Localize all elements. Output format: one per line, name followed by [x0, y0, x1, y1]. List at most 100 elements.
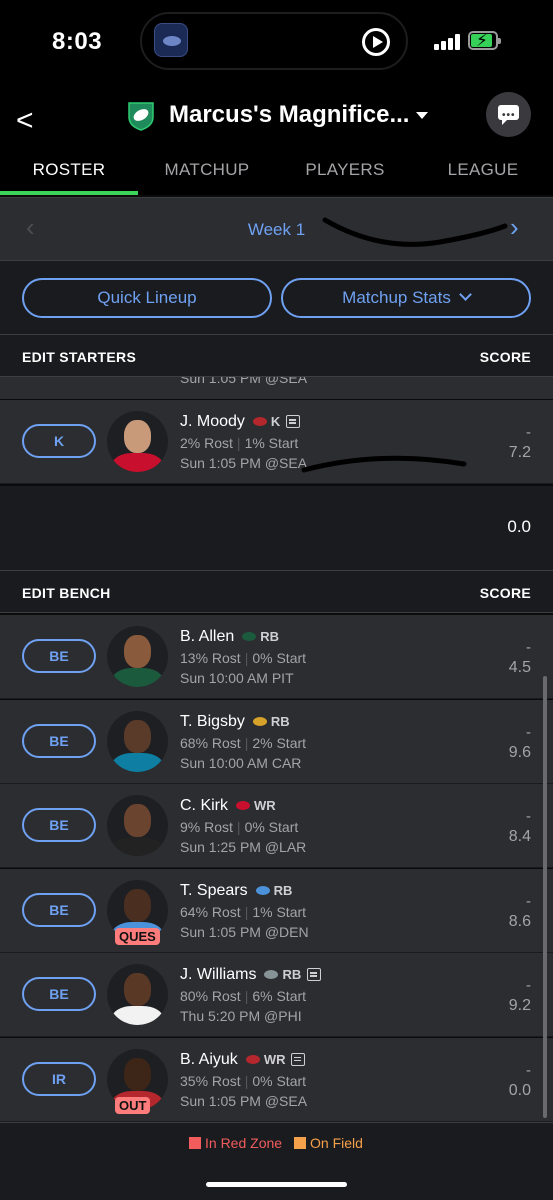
team-logo-icon: [252, 417, 267, 427]
dynamic-island[interactable]: [140, 12, 408, 70]
player-name[interactable]: T. Bigsby: [180, 713, 245, 730]
news-icon[interactable]: [286, 415, 301, 429]
slot-button[interactable]: BE: [22, 639, 96, 673]
clock: 8:03: [52, 28, 103, 55]
player-row[interactable]: BE J. Williams RB 80% Rost | 6% Start Thu 5:20…: [0, 953, 553, 1037]
start-pct: 0% Start: [252, 650, 307, 666]
rost-pct: 2% Rost: [180, 435, 233, 451]
team-logo-icon: [236, 801, 250, 811]
player-name-line[interactable]: J. Williams RB: [180, 966, 322, 984]
player-name-line[interactable]: T. Spears RB: [180, 882, 292, 900]
slot-button[interactable]: BE: [22, 808, 96, 842]
news-icon[interactable]: [307, 968, 322, 982]
legend-on-field: On Field: [294, 1135, 363, 1151]
player-row[interactable]: BE B. Allen RB 13% Rost | 0% Start Sun 10:00 A…: [0, 615, 553, 699]
active-tab-indicator: [0, 191, 138, 195]
red-zone-swatch: [189, 1137, 201, 1149]
chat-icon: •••: [502, 110, 516, 121]
player-avatar[interactable]: [107, 795, 168, 856]
player-name[interactable]: J. Williams: [180, 966, 256, 983]
player-row[interactable]: BE T. Bigsby RB 68% Rost | 2% Start Sun 10:00 …: [0, 699, 553, 784]
quick-lineup-button[interactable]: Quick Lineup: [22, 278, 272, 318]
slot-button[interactable]: K: [22, 424, 96, 458]
player-row[interactable]: IR OUT B. Aiyuk WR 35% Rost | 0% Start Sun 1:05…: [0, 1037, 553, 1122]
slot-button[interactable]: BE: [22, 892, 96, 927]
chat-button[interactable]: •••: [486, 92, 531, 137]
main-tabs: ROSTER MATCHUP PLAYERS LEAGUE: [0, 150, 553, 195]
player-position: K: [270, 414, 281, 429]
player-ownership: 80% Rost | 6% Start: [180, 988, 307, 1004]
player-row[interactable]: BE C. Kirk WR 9% Rost | 0% Start Sun 1:25 PM @…: [0, 784, 553, 868]
slot-button[interactable]: BE: [22, 977, 96, 1011]
app-header: < Marcus's Magnifice... ••• ROSTER MATCH…: [0, 90, 553, 195]
bench-title: EDIT BENCH: [22, 585, 111, 601]
scrollbar[interactable]: [543, 676, 547, 1118]
team-logo-icon: [255, 885, 270, 895]
matchup-stats-button[interactable]: Matchup Stats: [281, 278, 531, 318]
partial-player-row: Sun 1:05 PM @SEA: [0, 377, 553, 399]
team-logo-icon: [245, 1054, 260, 1064]
rost-pct: 64% Rost: [180, 903, 241, 920]
chevron-down-icon: [458, 288, 472, 301]
matchup-stats-label: Matchup Stats: [342, 288, 451, 307]
player-ownership: 13% Rost | 0% Start: [180, 650, 307, 666]
player-name[interactable]: C. Kirk: [180, 797, 228, 814]
player-avatar[interactable]: [107, 626, 168, 687]
player-position: WR: [254, 798, 276, 813]
chevron-down-icon[interactable]: [416, 112, 428, 119]
tab-matchup[interactable]: MATCHUP: [138, 160, 276, 180]
player-projection: 8.6: [508, 912, 531, 930]
player-row[interactable]: BE QUES T. Spears RB 64% Rost | 1% Start Sun 1:…: [0, 868, 553, 953]
slot-button[interactable]: IR: [22, 1061, 96, 1096]
slot-button[interactable]: BE: [22, 723, 96, 758]
player-position: RB: [270, 713, 290, 729]
play-icon[interactable]: [362, 28, 390, 56]
player-name[interactable]: J. Moody: [180, 413, 245, 430]
player-name[interactable]: B. Aiyuk: [180, 1051, 238, 1068]
tab-players[interactable]: PLAYERS: [276, 160, 414, 180]
player-position: WR: [263, 1051, 286, 1067]
news-icon[interactable]: [291, 1052, 306, 1066]
team-logo-icon: [264, 970, 279, 980]
player-name-line[interactable]: C. Kirk WR: [180, 797, 276, 815]
player-name-line[interactable]: B. Aiyuk WR: [180, 1051, 306, 1069]
player-projection: 9.2: [508, 997, 531, 1014]
player-avatar[interactable]: [107, 411, 168, 472]
starters-total: 0.0: [507, 517, 531, 536]
player-projection: 0.0: [508, 1081, 531, 1099]
red-zone-label: In Red Zone: [205, 1135, 283, 1151]
player-name-line[interactable]: J. Moody K: [180, 413, 301, 431]
tab-roster[interactable]: ROSTER: [0, 160, 138, 180]
rost-pct: 9% Rost: [180, 819, 233, 835]
player-score: -: [526, 808, 531, 825]
player-game: Sun 10:00 AM PIT: [180, 670, 294, 686]
player-avatar[interactable]: [107, 964, 168, 1025]
rost-pct: 80% Rost: [180, 988, 241, 1004]
injury-status-badge: OUT: [115, 1096, 151, 1114]
player-row[interactable]: K J. Moody K 2% Rost | 1% Start Sun 1:05 PM…: [0, 400, 553, 484]
legend-footer: In Red Zone On Field: [0, 1122, 553, 1200]
tab-league[interactable]: LEAGUE: [414, 160, 552, 180]
podcast-app-icon: [154, 23, 188, 57]
player-position: RB: [273, 882, 293, 898]
player-projection: 7.2: [508, 444, 531, 461]
player-score: -: [526, 723, 531, 741]
week-next-icon[interactable]: ›: [510, 212, 519, 243]
player-ownership: 2% Rost | 1% Start: [180, 435, 299, 451]
player-avatar[interactable]: [107, 710, 168, 772]
player-name-line[interactable]: B. Allen RB: [180, 628, 279, 646]
player-name[interactable]: B. Allen: [180, 628, 234, 645]
player-name-line[interactable]: T. Bigsby RB: [180, 713, 290, 731]
home-indicator[interactable]: [206, 1182, 347, 1187]
team-name[interactable]: Marcus's Magnifice...: [169, 101, 409, 129]
bench-header: EDIT BENCH SCORE: [0, 570, 553, 613]
player-score: -: [526, 892, 531, 910]
player-projection: 4.5: [508, 659, 531, 676]
player-name[interactable]: T. Spears: [180, 882, 248, 899]
back-icon[interactable]: <: [16, 104, 34, 138]
start-pct: 1% Start: [244, 435, 299, 451]
action-bar: Quick Lineup Matchup Stats: [0, 260, 553, 334]
score-column-label: SCORE: [479, 585, 531, 601]
starters-title: EDIT STARTERS: [22, 349, 137, 365]
player-projection: 9.6: [508, 743, 531, 761]
